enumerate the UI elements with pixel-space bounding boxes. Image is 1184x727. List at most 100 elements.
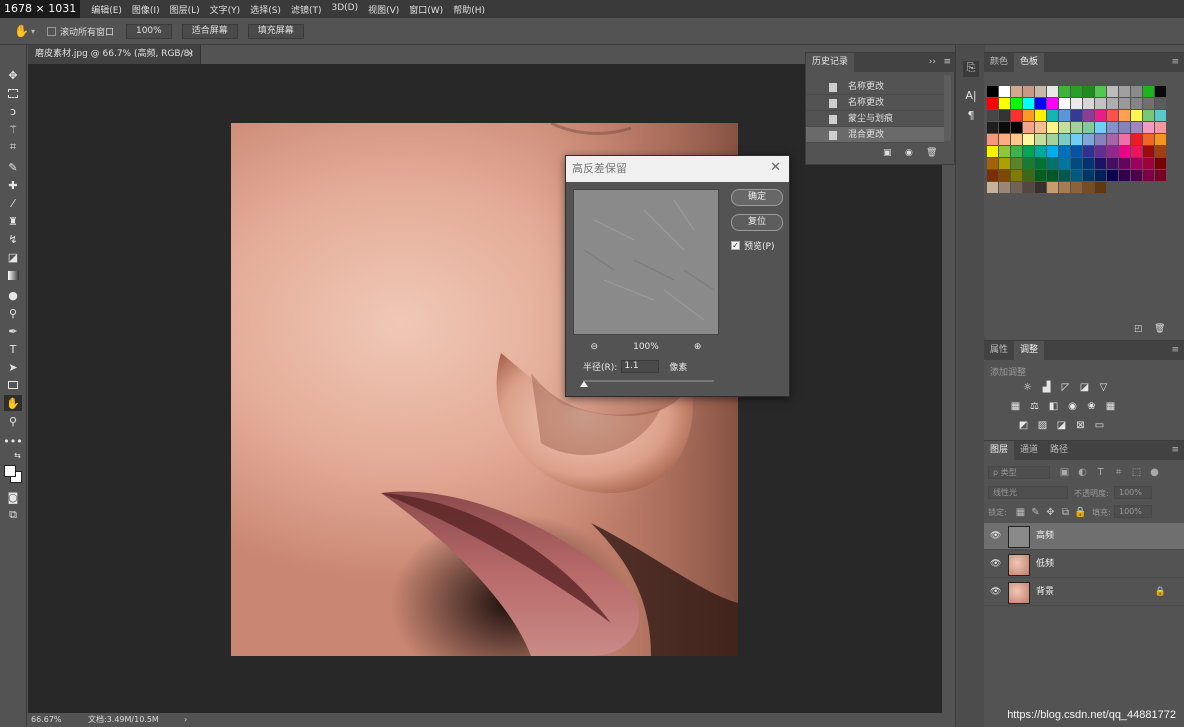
hand-tool-icon[interactable]: ✋ <box>14 24 29 38</box>
eyedropper-tool-icon[interactable]: ✎ <box>4 159 22 175</box>
color-swatch[interactable] <box>987 98 998 109</box>
color-swatch[interactable] <box>999 110 1010 121</box>
tab-swatches[interactable]: 色板 <box>1014 53 1045 72</box>
layer-filter-select[interactable]: ρ 类型 <box>988 466 1050 479</box>
color-swatch[interactable] <box>1155 98 1166 109</box>
levels-icon[interactable]: ▟ <box>1040 381 1053 394</box>
color-swatch[interactable] <box>1035 98 1046 109</box>
path-selection-tool-icon[interactable]: ➤ <box>4 359 22 375</box>
zoom-in-icon[interactable]: ⊕ <box>694 342 702 352</box>
tab-layers[interactable]: 图层 <box>984 441 1015 460</box>
color-swatch[interactable] <box>1035 86 1046 97</box>
radius-slider-track[interactable] <box>583 380 714 382</box>
delete-swatch-icon[interactable]: 🗑 <box>1154 324 1165 334</box>
preview-checkbox-row[interactable]: ✓ 预览(P) <box>731 239 774 252</box>
menu-item[interactable]: 文字(Y) <box>205 3 246 16</box>
color-swatch[interactable] <box>1155 170 1166 181</box>
panel-menu-icon[interactable]: ≡ <box>1171 345 1179 355</box>
threshold-icon[interactable]: ◪ <box>1055 419 1068 432</box>
color-swatch[interactable] <box>1143 110 1154 121</box>
menu-item[interactable]: 图像(I) <box>127 3 165 16</box>
color-swatch[interactable] <box>1143 158 1154 169</box>
close-tab-icon[interactable]: × <box>186 45 194 64</box>
fill-screen-button[interactable]: 填充屏幕 <box>247 23 304 39</box>
color-swatch[interactable] <box>1131 110 1142 121</box>
color-swatch[interactable] <box>1059 158 1070 169</box>
color-swatch[interactable] <box>1119 158 1130 169</box>
color-swatch[interactable] <box>1047 134 1058 145</box>
filter-adjustment-icon[interactable]: ◐ <box>1076 466 1089 479</box>
visibility-eye-icon[interactable]: 👁 <box>990 531 1001 541</box>
layer-lock-icon[interactable]: 🔒 <box>1155 587 1166 597</box>
gradient-tool-icon[interactable] <box>4 267 22 283</box>
layer-name[interactable]: 背景 <box>1036 579 1054 606</box>
color-swatch[interactable] <box>999 170 1010 181</box>
color-swatch[interactable] <box>987 134 998 145</box>
ok-button[interactable]: 确定 <box>731 189 783 206</box>
color-swatch[interactable] <box>1143 122 1154 133</box>
layer-row[interactable]: 👁 低频 <box>984 551 1184 578</box>
color-balance-icon[interactable]: ⚖ <box>1028 400 1041 413</box>
color-swatch[interactable] <box>1095 98 1106 109</box>
collapse-panel-icon[interactable]: ›› <box>929 57 936 67</box>
color-swatch[interactable] <box>1071 146 1082 157</box>
pen-tool-icon[interactable]: ✒ <box>4 323 22 339</box>
preview-checkbox[interactable]: ✓ <box>731 241 740 250</box>
menu-item[interactable]: 视图(V) <box>363 3 404 16</box>
color-swatch[interactable] <box>1119 122 1130 133</box>
hue-saturation-icon[interactable]: ▦ <box>1009 400 1022 413</box>
color-swatch[interactable] <box>1131 122 1142 133</box>
history-item[interactable]: 蒙尘与划痕 <box>806 111 944 127</box>
color-swatch[interactable] <box>1095 86 1106 97</box>
close-icon[interactable]: ✕ <box>770 160 781 175</box>
zoom-100-button[interactable]: 100% <box>125 23 172 39</box>
filter-shape-icon[interactable]: ⌗ <box>1112 466 1125 479</box>
tab-adjustments[interactable]: 调整 <box>1014 341 1045 360</box>
black-white-icon[interactable]: ◧ <box>1047 400 1060 413</box>
color-swatch[interactable] <box>1047 98 1058 109</box>
filter-smart-object-icon[interactable]: ⬚ <box>1130 466 1143 479</box>
color-swatch[interactable] <box>999 98 1010 109</box>
color-swatch[interactable] <box>999 146 1010 157</box>
color-swatch[interactable] <box>1131 98 1142 109</box>
reset-button[interactable]: 复位 <box>731 214 783 231</box>
layer-row[interactable]: 👁 背景 🔒 <box>984 579 1184 606</box>
color-swatch[interactable] <box>999 182 1010 193</box>
color-swatch[interactable] <box>1011 182 1022 193</box>
color-swatch[interactable] <box>1131 146 1142 157</box>
color-swatch[interactable] <box>1155 86 1166 97</box>
healing-brush-tool-icon[interactable]: ✚ <box>4 177 22 193</box>
invert-icon[interactable]: ◩ <box>1017 419 1030 432</box>
color-swatch[interactable] <box>987 110 998 121</box>
color-swatch[interactable] <box>1107 146 1118 157</box>
color-swatch[interactable] <box>1023 86 1034 97</box>
menu-item[interactable]: 帮助(H) <box>448 3 490 16</box>
foreground-color-swatch[interactable] <box>4 465 16 477</box>
color-swatch[interactable] <box>1107 170 1118 181</box>
snapshot-camera-icon[interactable]: ◉ <box>905 148 913 158</box>
history-item[interactable]: 名称更改 <box>806 95 944 111</box>
color-swatch[interactable] <box>1071 134 1082 145</box>
color-swatch[interactable] <box>1011 146 1022 157</box>
color-swatch[interactable] <box>987 158 998 169</box>
color-swatch[interactable] <box>1119 146 1130 157</box>
color-swatch[interactable] <box>1011 134 1022 145</box>
color-swatch[interactable] <box>999 158 1010 169</box>
color-swatch[interactable] <box>1011 158 1022 169</box>
menu-item[interactable]: 3D(D) <box>326 3 363 16</box>
screen-mode-icon[interactable]: ⧉ <box>4 507 22 523</box>
history-scrollbar[interactable] <box>944 75 951 141</box>
color-swatch[interactable] <box>1023 110 1034 121</box>
color-swatch[interactable] <box>999 86 1010 97</box>
color-swatch[interactable] <box>999 134 1010 145</box>
new-document-from-state-icon[interactable]: ▣ <box>883 148 892 158</box>
lock-image-icon[interactable]: ✎ <box>1029 506 1042 519</box>
color-swatch[interactable] <box>1011 122 1022 133</box>
color-swatch[interactable] <box>1023 182 1034 193</box>
filter-preview[interactable] <box>573 189 719 335</box>
panel-menu-icon[interactable]: ≡ <box>943 57 951 67</box>
document-tab[interactable]: 磨皮素材.jpg @ 66.7% (高频, RGB/8) * × <box>28 45 201 78</box>
rectangle-tool-icon[interactable] <box>4 377 22 393</box>
menu-item[interactable]: 选择(S) <box>245 3 286 16</box>
tab-color[interactable]: 颜色 <box>984 53 1014 72</box>
